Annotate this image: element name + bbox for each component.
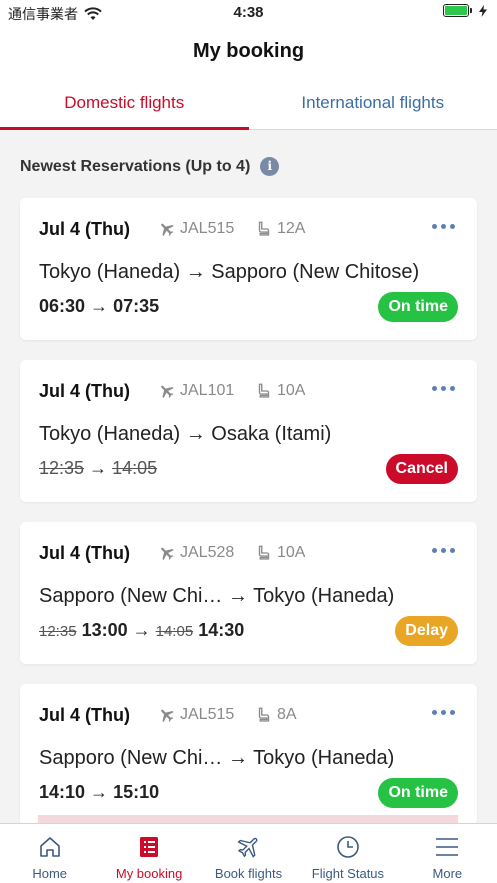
nav-home[interactable]: Home <box>0 824 99 883</box>
bottom-nav: Home My booking Book flights Flight Stat… <box>0 823 497 883</box>
flight-number: JAL515 <box>158 220 234 238</box>
battery-icon <box>443 4 472 17</box>
arrival-time-cancelled: 14:05 <box>112 458 158 478</box>
flight-times: 12:35 13:00 → 14:05 14:30 <box>39 620 245 640</box>
tab-bar: Domestic flights International flights <box>0 76 497 130</box>
info-icon[interactable]: i <box>260 157 280 176</box>
section-header: Newest Reservations (Up to 4) i <box>20 157 280 176</box>
tab-domestic-flights[interactable]: Domestic flights <box>0 76 249 130</box>
home-icon <box>39 837 60 857</box>
status-badge: On time <box>378 292 458 322</box>
seat-number: 10A <box>255 544 305 562</box>
departure-time: 13:00 <box>81 620 128 640</box>
charging-icon <box>479 4 487 17</box>
departure-time: 06:30 <box>39 296 86 316</box>
route: Tokyo (Haneda) → Sapporo (New Chitose) <box>39 261 420 283</box>
more-options-icon[interactable] <box>432 224 455 229</box>
nav-label: Book flights <box>214 866 283 881</box>
nav-my-booking[interactable]: My booking <box>99 824 198 883</box>
booking-icon <box>140 837 159 857</box>
seat-number: 10A <box>255 382 305 400</box>
flight-number: JAL101 <box>158 382 234 400</box>
more-options-icon[interactable] <box>432 710 455 715</box>
menu-icon <box>436 838 459 856</box>
flight-number: JAL515 <box>158 706 234 724</box>
plane-icon <box>161 709 174 723</box>
departure-time-original: 12:35 <box>39 623 77 640</box>
clock-icon <box>337 836 359 858</box>
booking-card[interactable]: Jul 4 (Thu) JAL515 12A Tokyo (Haneda) → … <box>20 198 477 340</box>
nav-label: More <box>432 866 463 881</box>
section-title: Newest Reservations (Up to 4) <box>20 157 251 175</box>
departure-time-cancelled: 12:35 <box>39 458 85 478</box>
booking-list: Jul 4 (Thu) JAL515 12A Tokyo (Haneda) → … <box>20 198 477 846</box>
nav-more[interactable]: More <box>398 824 497 883</box>
seat-icon <box>258 383 270 398</box>
nav-label: Home <box>32 866 68 881</box>
flight-number: JAL528 <box>158 544 234 562</box>
seat-icon <box>258 707 270 722</box>
route: Sapporo (New Chi… → Tokyo (Haneda) <box>39 747 395 769</box>
notice-banner <box>38 815 458 823</box>
route: Tokyo (Haneda) → Osaka (Itami) <box>39 423 332 445</box>
status-badge: Cancel <box>385 454 458 484</box>
arrival-time: 15:10 <box>113 782 160 802</box>
plane-icon <box>236 837 257 858</box>
booking-card[interactable]: Jul 4 (Thu) JAL101 10A Tokyo (Haneda) → … <box>20 360 477 502</box>
status-badge: Delay <box>395 616 458 646</box>
seat-icon <box>258 545 270 560</box>
arrival-time-original: 14:05 <box>155 623 194 640</box>
page-title: My booking <box>192 40 305 62</box>
arrival-time: 07:35 <box>113 296 160 316</box>
nav-label: Flight Status <box>311 866 385 881</box>
booking-card[interactable]: Jul 4 (Thu) JAL528 10A Sapporo (New Chi…… <box>20 522 477 664</box>
status-bar: 通信事業者 4:38 <box>0 0 497 26</box>
plane-icon <box>161 547 174 561</box>
tab-international-flights[interactable]: International flights <box>249 76 497 129</box>
plane-icon <box>161 223 174 237</box>
nav-book-flights[interactable]: Book flights <box>199 824 298 883</box>
booking-date: Jul 4 (Thu) <box>39 381 130 401</box>
arrival-time: 14:30 <box>198 620 245 640</box>
booking-date: Jul 4 (Thu) <box>39 543 130 563</box>
app-header: My booking <box>0 26 497 76</box>
route: Sapporo (New Chi… → Tokyo (Haneda) <box>39 585 395 607</box>
booking-date: Jul 4 (Thu) <box>39 705 130 725</box>
flight-times: 14:10 → 15:10 <box>39 782 160 802</box>
booking-card[interactable]: Jul 4 (Thu) JAL515 8A Sapporo (New Chi… … <box>20 684 477 826</box>
flight-times: 06:30 → 07:35 <box>39 296 160 316</box>
clock: 4:38 <box>233 4 264 21</box>
departure-time: 14:10 <box>39 782 86 802</box>
seat-icon <box>258 221 270 236</box>
booking-date: Jul 4 (Thu) <box>39 219 130 239</box>
flight-times: 12:35 → 14:05 <box>39 458 158 478</box>
more-options-icon[interactable] <box>432 548 455 553</box>
more-options-icon[interactable] <box>432 386 455 391</box>
nav-label: My booking <box>115 866 183 881</box>
seat-number: 8A <box>255 706 297 724</box>
plane-icon <box>161 385 174 399</box>
status-right <box>443 4 487 17</box>
nav-flight-status[interactable]: Flight Status <box>298 824 397 883</box>
status-badge: On time <box>378 778 458 808</box>
seat-number: 12A <box>255 220 305 238</box>
